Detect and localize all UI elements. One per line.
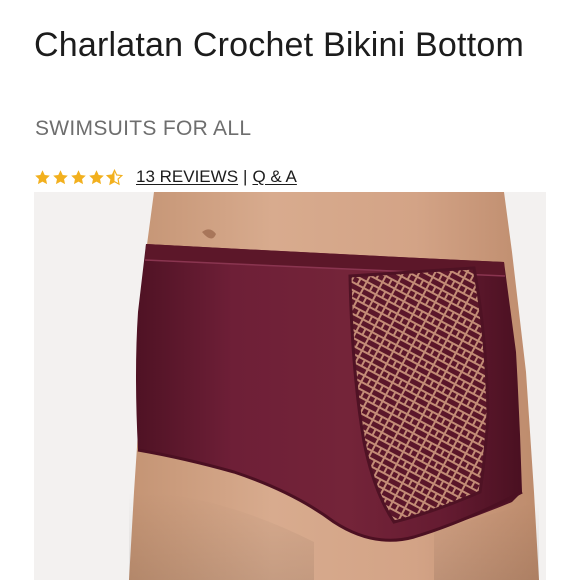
half-star-icon	[106, 168, 123, 185]
product-photo[interactable]	[34, 192, 546, 580]
star-icon	[89, 169, 104, 184]
star-icon	[35, 169, 50, 184]
reviews-link[interactable]: 13 REVIEWS	[136, 167, 238, 187]
brand-name[interactable]: SWIMSUITS FOR ALL	[35, 117, 251, 141]
star-rating[interactable]	[34, 168, 124, 186]
bikini-bottom-illustration	[34, 192, 546, 580]
qa-link[interactable]: Q & A	[252, 167, 296, 187]
star-icon	[71, 169, 86, 184]
star-icon	[53, 169, 68, 184]
product-title: Charlatan Crochet Bikini Bottom	[34, 25, 524, 64]
link-separator: |	[243, 167, 248, 186]
rating-row: 13 REVIEWS | Q & A	[34, 165, 297, 189]
